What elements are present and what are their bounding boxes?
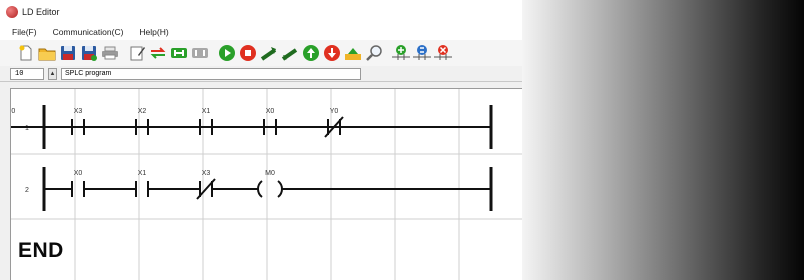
print-icon <box>102 46 118 60</box>
program-number-field[interactable]: 10 <box>10 67 44 80</box>
menu-help[interactable]: Help(H) <box>139 27 168 37</box>
contact-label: X1 <box>138 170 147 177</box>
connect-icon <box>171 48 187 58</box>
search-button[interactable] <box>364 43 384 63</box>
transfer-button[interactable] <box>148 43 168 63</box>
menu-file[interactable]: File(F) <box>12 27 37 37</box>
search-icon <box>366 45 382 61</box>
rung-number: 2 <box>25 187 29 194</box>
contact-label: X0 <box>74 170 83 177</box>
disconnect-icon <box>192 48 208 58</box>
insert-coil-button[interactable] <box>412 43 432 63</box>
print-button[interactable] <box>100 43 120 63</box>
monitor-up-icon <box>303 45 319 61</box>
program-number-spinner[interactable]: ▲ <box>48 67 57 80</box>
edit-button[interactable] <box>127 43 147 63</box>
compile-button[interactable] <box>343 43 363 63</box>
add-contact-icon <box>392 45 410 60</box>
connect-button[interactable] <box>169 43 189 63</box>
contact-label: X3 <box>202 170 211 177</box>
monitor-down-icon <box>324 45 340 61</box>
save-as-icon <box>82 46 97 61</box>
run-button[interactable] <box>217 43 237 63</box>
new-file-icon <box>19 45 32 61</box>
add-contact-button[interactable] <box>391 43 411 63</box>
toolbar <box>0 40 522 66</box>
end-label: END <box>18 239 64 262</box>
stop-button[interactable] <box>238 43 258 63</box>
upload-icon <box>260 47 277 61</box>
delete-contact-button[interactable] <box>433 43 453 63</box>
ladder-diagram-area[interactable]: 1X3X2X1X0Y0Y02X0X1X3M0 END <box>10 88 522 280</box>
monitor-down-button[interactable] <box>322 43 342 63</box>
stop-icon <box>240 45 256 61</box>
coil-label: M0 <box>265 170 275 177</box>
contact-label: X2 <box>138 108 147 115</box>
contact-label: X3 <box>74 108 83 115</box>
delete-contact-icon <box>434 45 452 60</box>
save-button[interactable] <box>58 43 78 63</box>
insert-coil-icon <box>413 45 431 60</box>
disconnect-button[interactable] <box>190 43 210 63</box>
download-icon <box>281 48 298 61</box>
coil-right-arc <box>277 180 283 198</box>
upload-button[interactable] <box>259 43 279 63</box>
save-icon <box>61 46 75 60</box>
program-name-field[interactable]: SPLC program <box>61 67 361 80</box>
open-folder-icon <box>38 48 56 61</box>
new-file-button[interactable] <box>16 43 36 63</box>
app-icon <box>6 6 18 18</box>
coil-left-arc <box>257 180 263 198</box>
menu-communication[interactable]: Communication(C) <box>53 27 124 37</box>
run-icon <box>219 45 235 61</box>
download-button[interactable] <box>280 43 300 63</box>
window-title: LD Editor <box>22 7 60 17</box>
monitor-up-button[interactable] <box>301 43 321 63</box>
edit-icon <box>130 46 145 61</box>
contact-label: X1 <box>202 108 211 115</box>
menu-bar: File(F) Communication(C) Help(H) <box>0 24 522 40</box>
ld-editor-window: LD Editor File(F) Communication(C) Help(… <box>0 0 522 280</box>
contact-label: Y0 <box>330 108 339 115</box>
save-as-button[interactable] <box>79 43 99 63</box>
contact-label: X0 <box>266 108 275 115</box>
open-button[interactable] <box>37 43 57 63</box>
title-bar: LD Editor <box>0 0 522 24</box>
program-bar: 10 ▲ SPLC program <box>0 66 522 82</box>
coil-label: Y0 <box>11 108 15 115</box>
compile-icon <box>345 48 361 60</box>
ladder-diagram: 1X3X2X1X0Y0Y02X0X1X3M0 <box>11 89 522 280</box>
transfer-icon <box>150 47 166 59</box>
